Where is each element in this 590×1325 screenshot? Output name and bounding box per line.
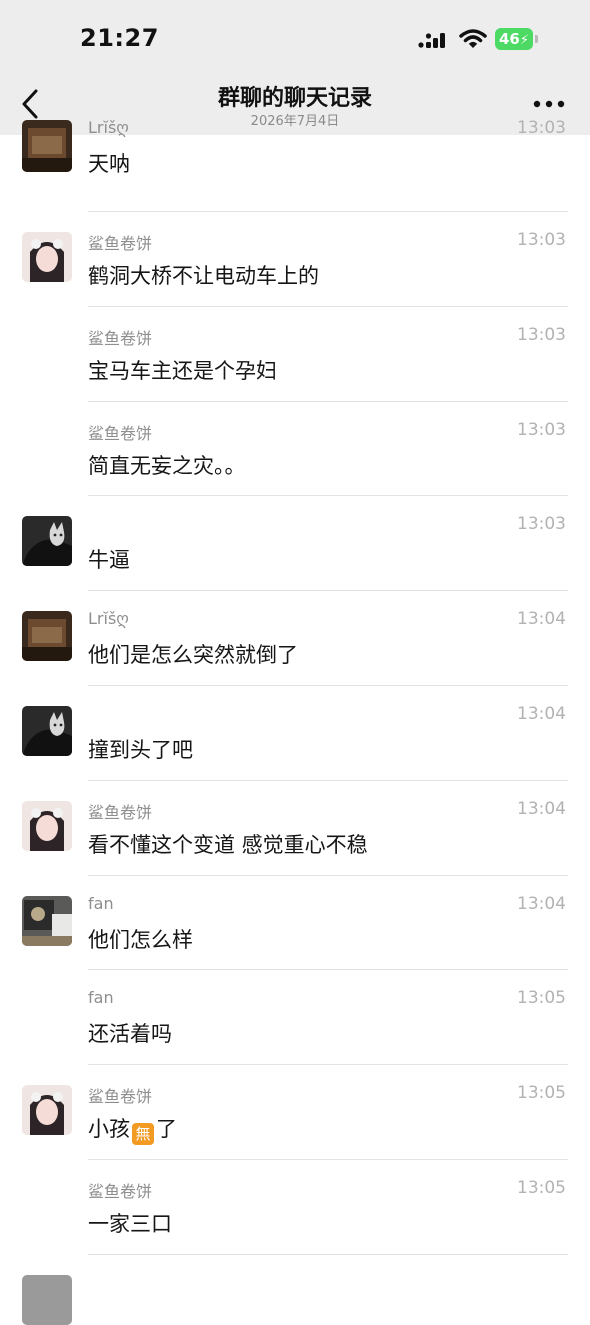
message-time: 13:04: [517, 703, 566, 724]
message-time: 13:03: [517, 118, 566, 138]
message-item[interactable]: fan 13:05 还活着吗: [0, 970, 590, 1066]
message-item[interactable]: 13:04 撞到头了吧: [0, 686, 590, 781]
message-text: 他们是怎么突然就倒了: [88, 643, 298, 668]
avatar-lr[interactable]: [22, 611, 72, 662]
sender-name: 鲨鱼卷饼: [88, 328, 153, 348]
message-time: 13:03: [517, 514, 566, 535]
message-text: 宝马车主还是个孕妇: [88, 358, 277, 383]
message-item[interactable]: 鲨鱼卷饼 13:03 简直无妄之灾。。: [0, 402, 590, 497]
wifi-icon: [459, 29, 487, 48]
message-time: 13:03: [517, 324, 566, 345]
battery-nub: [535, 35, 538, 43]
message-text: 小孩無了: [88, 1113, 177, 1146]
message-text: 撞到头了吧: [88, 737, 193, 762]
message-text-part: 了: [156, 1117, 177, 1142]
avatar-girl[interactable]: [22, 800, 72, 851]
avatar-girl[interactable]: [22, 232, 72, 282]
message-text: 天呐: [88, 152, 130, 176]
sender-name: 鲨鱼卷饼: [88, 234, 153, 253]
message-item[interactable]: 鲨鱼卷饼 13:05 小孩無了: [0, 1065, 590, 1160]
message-text: 他们怎么样: [88, 927, 193, 952]
message-time: 13:05: [517, 1083, 566, 1104]
sender-name: Lrĭšღ: [88, 118, 129, 137]
sender-name: 鲨鱼卷饼: [88, 423, 153, 443]
wu-emoji-icon: 無: [132, 1123, 154, 1146]
avatar-girl[interactable]: [22, 1085, 72, 1136]
cellular-signal-icon: [418, 33, 445, 48]
message-list[interactable]: Lrĭšღ 13:03 天呐 鲨鱼卷饼 13:03 鹤洞大桥不让电动车上的 鲨鱼…: [0, 118, 590, 1325]
status-time: 21:27: [80, 24, 159, 52]
message-item[interactable]: 鲨鱼卷饼 13:03 宝马车主还是个孕妇: [0, 307, 590, 402]
message-item[interactable]: fan 13:04 他们怎么样: [0, 876, 590, 971]
message-text: 牛逼: [88, 548, 130, 573]
message-time: 13:05: [517, 1177, 566, 1198]
message-time: 13:04: [517, 609, 566, 630]
message-text: 鹤洞大桥不让电动车上的: [88, 264, 319, 288]
message-text: 简直无妄之灾。。: [88, 453, 246, 478]
battery-icon: 46⚡: [495, 28, 533, 50]
battery-level: 46: [498, 30, 520, 48]
avatar-cat[interactable]: [22, 516, 72, 567]
sender-name: fan: [88, 893, 114, 913]
avatar-partial[interactable]: [22, 1274, 72, 1325]
message-item[interactable]: Lrĭšღ 13:04 他们是怎么突然就倒了: [0, 591, 590, 686]
message-text-part: 小孩: [88, 1117, 130, 1142]
message-text: 一家三口: [88, 1211, 172, 1236]
message-time: 13:04: [517, 798, 566, 819]
message-item[interactable]: 鲨鱼卷饼 13:05 一家三口: [0, 1160, 590, 1255]
message-item[interactable]: 鲨鱼卷饼 13:03 鹤洞大桥不让电动车上的: [0, 212, 590, 307]
sender-name: Lrĭšღ: [88, 609, 129, 629]
avatar-fan[interactable]: [22, 895, 72, 946]
message-item[interactable]: 13:03 牛逼: [0, 496, 590, 592]
message-text: 还活着吗: [88, 1022, 172, 1047]
message-item[interactable]: Lrĭšღ 13:03 天呐: [0, 118, 590, 212]
avatar-cat[interactable]: [22, 705, 72, 756]
more-options-icon[interactable]: [532, 98, 566, 110]
message-time: 13:03: [517, 419, 566, 440]
message-time: 13:03: [517, 230, 566, 250]
message-text: 看不懂这个变道 感觉重心不稳: [88, 832, 368, 857]
sender-name: fan: [88, 988, 114, 1008]
message-time: 13:04: [517, 893, 566, 914]
page-title: 群聊的聊天记录: [217, 86, 372, 111]
sender-name: 鲨鱼卷饼: [88, 1087, 153, 1107]
sender-name: 鲨鱼卷饼: [88, 1181, 153, 1201]
message-time: 13:05: [517, 988, 566, 1009]
navigation-bar: 21:27 46⚡ 群聊的聊天记录 2026年7月4日: [0, 0, 590, 135]
message-item[interactable]: 鲨鱼卷饼 13:04 看不懂这个变道 感觉重心不稳: [0, 781, 590, 876]
avatar-lr[interactable]: [22, 120, 72, 172]
message-item-partial[interactable]: [0, 1255, 590, 1325]
sender-name: 鲨鱼卷饼: [88, 802, 153, 822]
